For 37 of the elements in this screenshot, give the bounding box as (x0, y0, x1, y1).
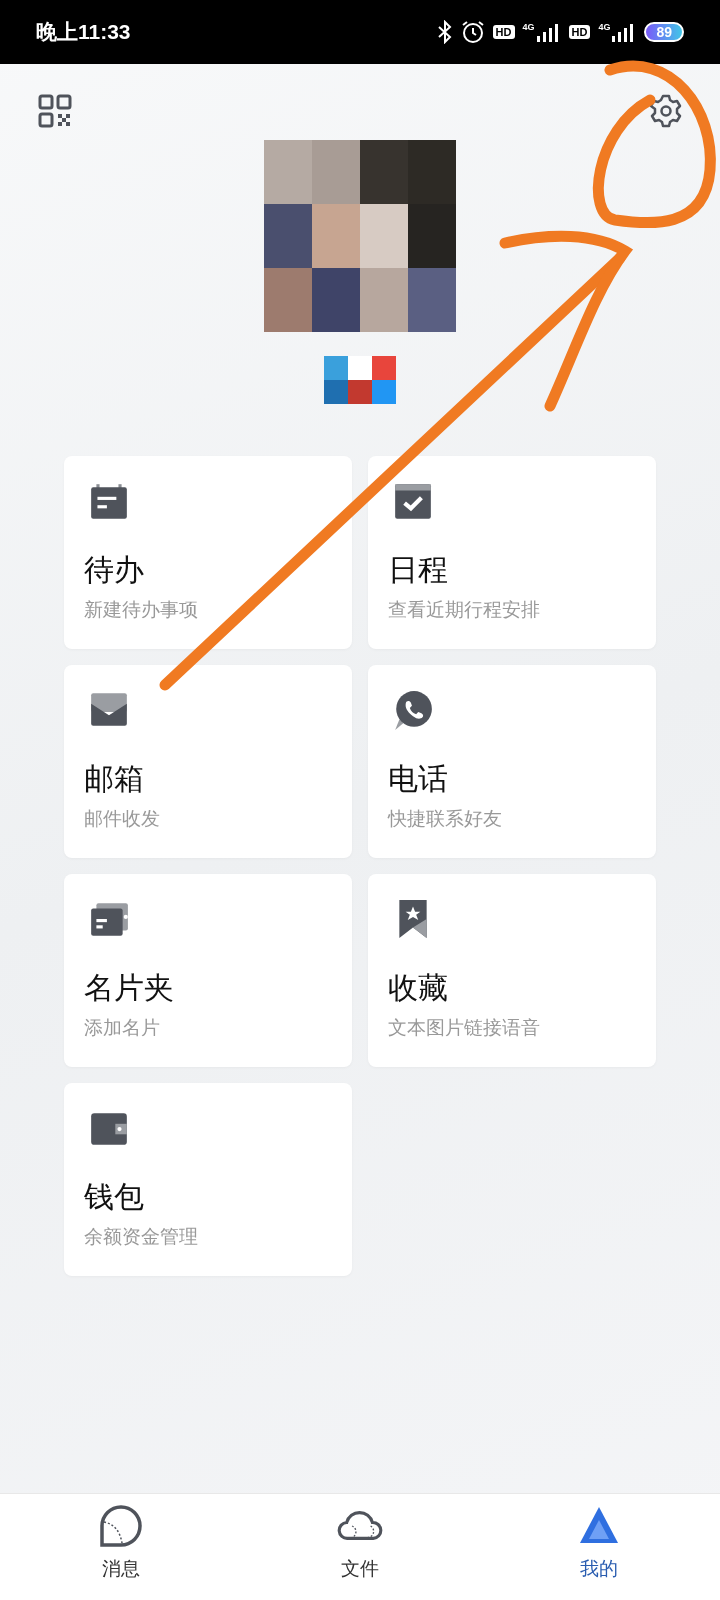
nav-tab[interactable]: 我的 (556, 1494, 642, 1600)
card-subtitle: 文本图片链接语音 (388, 1015, 541, 1040)
status-time: 晚上11:33 (36, 19, 132, 45)
feature-card[interactable]: 名片夹 添加名片 (64, 874, 352, 1067)
feature-card[interactable]: 日程 查看近期行程安排 (368, 456, 656, 649)
nav-tab[interactable]: 消息 (78, 1494, 164, 1600)
card-title: 钱包 (84, 1178, 145, 1216)
battery-indicator: 89 (644, 22, 684, 42)
network-label: 4G (598, 22, 611, 32)
card-title: 名片夹 (84, 969, 175, 1007)
hd-badge: HD (492, 25, 515, 39)
card-title: 待办 (84, 551, 145, 589)
hd-badge: HD (568, 25, 591, 39)
nav-tab[interactable]: 文件 (317, 1494, 403, 1600)
card-title: 电话 (388, 760, 449, 798)
signal-icon (536, 22, 561, 42)
feature-card[interactable]: 待办 新建待办事项 (64, 456, 352, 649)
alarm-icon (460, 20, 485, 44)
feature-card[interactable]: 钱包 余额资金管理 (64, 1083, 352, 1276)
card-subtitle: 邮件收发 (84, 806, 161, 831)
chat-bubble-icon (98, 1504, 144, 1548)
card-subtitle: 新建待办事项 (84, 597, 199, 622)
qr-code-icon[interactable] (38, 94, 72, 128)
card-subtitle: 余额资金管理 (84, 1224, 199, 1249)
network-label: 4G (522, 22, 535, 32)
feature-card[interactable]: 邮箱 邮件收发 (64, 665, 352, 858)
settings-icon[interactable] (649, 94, 683, 128)
card-title: 收藏 (388, 969, 449, 1007)
bluetooth-icon (436, 20, 453, 44)
card-subtitle: 快捷联系好友 (388, 806, 503, 831)
feature-card[interactable]: 收藏 文本图片链接语音 (368, 874, 656, 1067)
card-subtitle: 查看近期行程安排 (388, 597, 541, 622)
feature-card[interactable]: 电话 快捷联系好友 (368, 665, 656, 858)
card-title: 邮箱 (84, 760, 145, 798)
phone-icon (392, 689, 434, 731)
card-subtitle: 添加名片 (84, 1015, 161, 1040)
card-title: 日程 (388, 551, 449, 589)
